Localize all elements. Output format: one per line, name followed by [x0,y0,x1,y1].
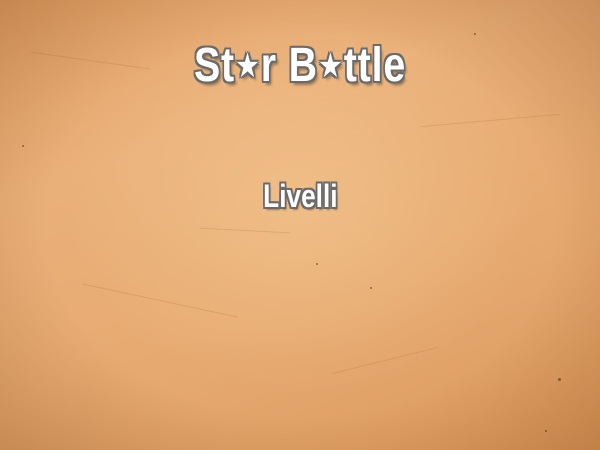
paper-speck [22,145,24,147]
star-icon: ★ [317,47,344,85]
star-icon: ★ [234,47,261,85]
paper-speck [316,263,318,265]
main-menu: Livelli [0,176,600,216]
title-part: r B [260,39,318,92]
game-title: St★r B★ttle [54,36,546,96]
paper-speck [370,287,372,289]
title-part: St [193,39,235,92]
levels-button[interactable]: Livelli [263,176,337,216]
title-part: ttle [343,39,407,92]
paper-speck [545,430,547,432]
paper-speck [474,33,476,35]
paper-speck [558,378,561,381]
